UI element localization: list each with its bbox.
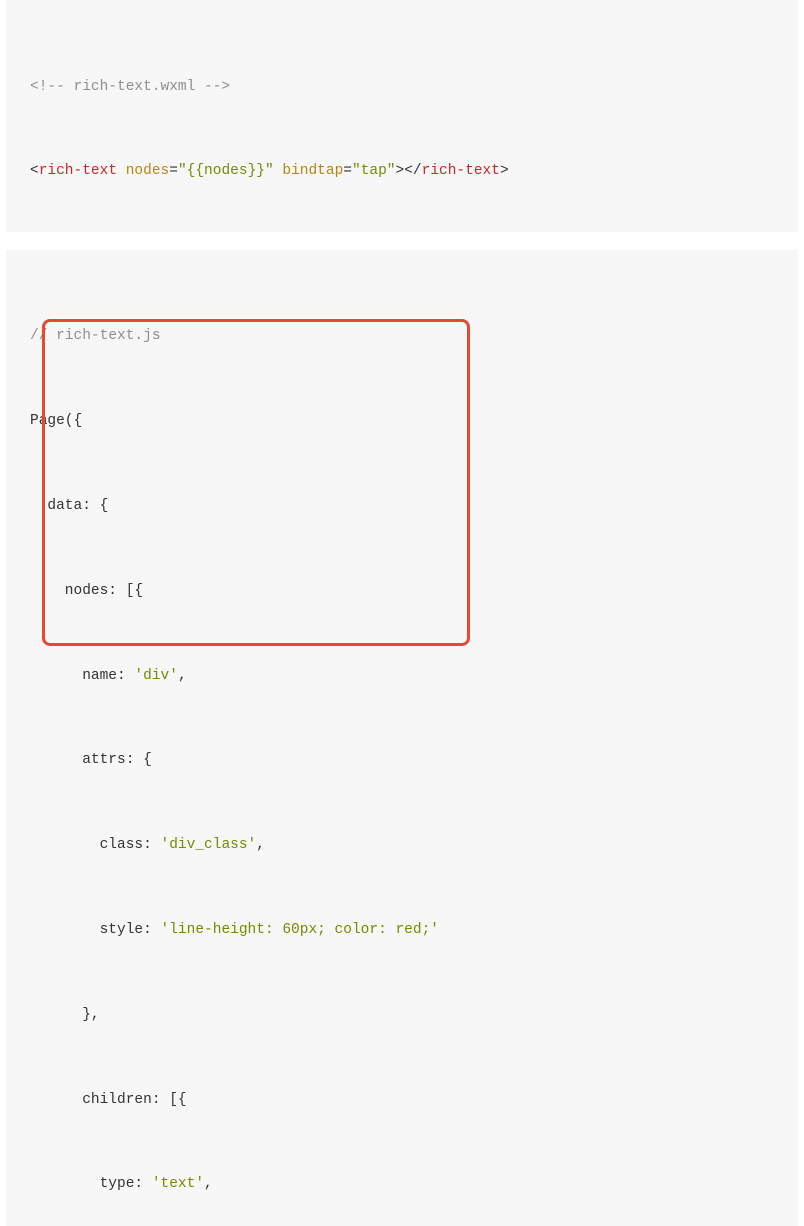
code-block-wxml: <!-- rich-text.wxml --> <rich-text nodes… bbox=[6, 0, 798, 232]
js-comment: // rich-text.js bbox=[30, 322, 774, 350]
val-div: 'div' bbox=[134, 668, 178, 684]
code-block-js: // rich-text.js Page({ data: { nodes: [{… bbox=[6, 250, 798, 1226]
line-children: children: [{ bbox=[30, 1086, 774, 1114]
val-divclass: 'div_class' bbox=[161, 837, 257, 853]
eq2: = bbox=[343, 163, 352, 179]
comma3: , bbox=[204, 1176, 213, 1192]
lt: < bbox=[30, 163, 39, 179]
line-nodes: nodes: [{ bbox=[30, 577, 774, 605]
key-style: style: bbox=[100, 922, 161, 938]
line-class: class: 'div_class', bbox=[30, 831, 774, 859]
line-attrs: attrs: { bbox=[30, 746, 774, 774]
key-class: class: bbox=[100, 837, 161, 853]
key-name: name: bbox=[82, 668, 134, 684]
line-type: type: 'text', bbox=[30, 1170, 774, 1198]
eq: = bbox=[169, 163, 178, 179]
close-tag-name: rich-text bbox=[422, 163, 500, 179]
comma: , bbox=[178, 668, 187, 684]
attr-bindtap-val: "tap" bbox=[352, 163, 396, 179]
line-name: name: 'div', bbox=[30, 662, 774, 690]
attr-nodes: nodes bbox=[126, 163, 170, 179]
close-lt: </ bbox=[404, 163, 421, 179]
close-gt: > bbox=[500, 163, 509, 179]
line-data: data: { bbox=[30, 492, 774, 520]
line-style: style: 'line-height: 60px; color: red;' bbox=[30, 916, 774, 944]
wxml-tag-line: <rich-text nodes="{{nodes}}" bindtap="ta… bbox=[30, 157, 774, 185]
tag-name: rich-text bbox=[39, 163, 117, 179]
attr-bindtap: bindtap bbox=[282, 163, 343, 179]
line-close-attrs: }, bbox=[30, 1001, 774, 1029]
wxml-comment: <!-- rich-text.wxml --> bbox=[30, 73, 774, 101]
comma2: , bbox=[256, 837, 265, 853]
attr-nodes-val: "{{nodes}}" bbox=[178, 163, 274, 179]
val-style: 'line-height: 60px; color: red;' bbox=[161, 922, 439, 938]
key-type: type: bbox=[100, 1176, 152, 1192]
val-text: 'text' bbox=[152, 1176, 204, 1192]
line-page: Page({ bbox=[30, 407, 774, 435]
gt: > bbox=[396, 163, 405, 179]
